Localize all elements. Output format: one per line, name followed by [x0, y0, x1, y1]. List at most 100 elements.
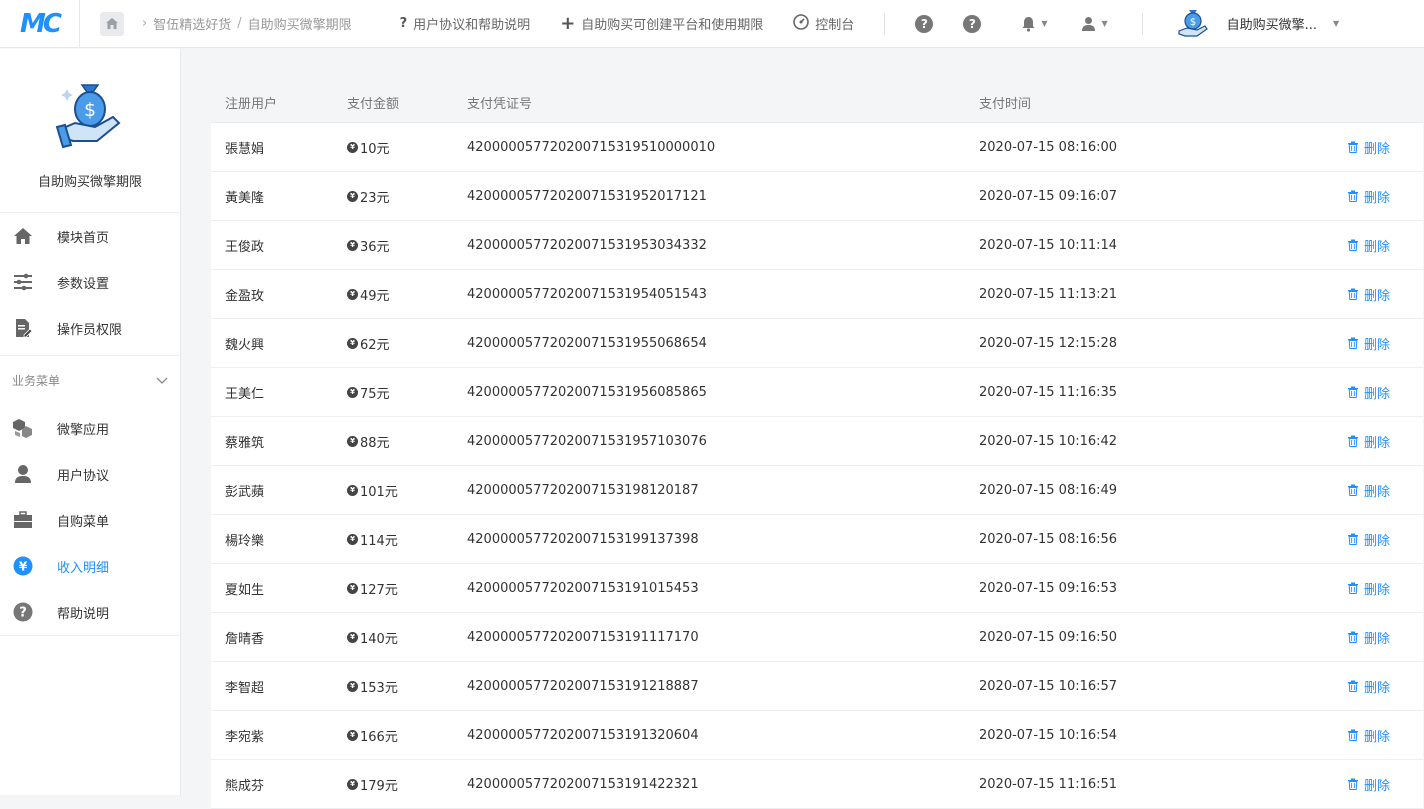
- trash-icon: [1348, 582, 1358, 594]
- coin-icon: ¥: [347, 288, 358, 300]
- cell-time: 2020-07-15 08:16:00: [979, 139, 1118, 155]
- delete-button[interactable]: 删除: [1347, 579, 1423, 598]
- sidebar-item-settings[interactable]: 参数设置: [0, 259, 180, 305]
- sidebar-item-income[interactable]: ¥ 收入明细: [0, 543, 180, 589]
- caret-down-icon: ▼: [1333, 19, 1340, 28]
- cell-voucher: 4200000577202007153191422321: [467, 776, 699, 792]
- coin-icon: ¥: [347, 141, 358, 153]
- sidebar: $ 自助购买微擎期限 模块首页 参数设置 操作员权限 业务菜单 微擎应用 用户协…: [0, 49, 181, 795]
- help-button[interactable]: ?: [915, 14, 934, 33]
- table-row: 彭武蘋 ¥101元 4200000577202007153198120187 2020…: [211, 466, 1423, 515]
- delete-button[interactable]: 删除: [1347, 677, 1423, 696]
- cell-user: 彭武蘋: [225, 484, 265, 500]
- cell-time: 2020-07-15 08:16:49: [979, 482, 1118, 498]
- main-content: 注册用户 支付金额 支付凭证号 支付时间 張慧娟 ¥10元 420000057720…: [181, 49, 1424, 809]
- coin-icon: ¥: [347, 435, 358, 447]
- delete-button[interactable]: 删除: [1347, 432, 1423, 451]
- cell-voucher: 42000005772020071531954051543: [467, 286, 707, 302]
- cell-voucher: 42000005772020071531952017121: [467, 188, 707, 204]
- sidebar-item-purchase-menu[interactable]: 自购菜单: [0, 497, 180, 543]
- chevron-down-icon: ▼: [1101, 19, 1108, 28]
- sidebar-item-apps[interactable]: 微擎应用: [0, 405, 180, 451]
- sidebar-item-help[interactable]: ? 帮助说明: [0, 589, 180, 635]
- delete-button[interactable]: 删除: [1347, 530, 1423, 549]
- briefcase-icon: [12, 509, 34, 531]
- delete-button[interactable]: 删除: [1347, 187, 1423, 206]
- sidebar-item-operators[interactable]: 操作员权限: [0, 305, 180, 351]
- chevron-down-icon: [156, 374, 168, 388]
- delete-button[interactable]: 删除: [1347, 334, 1423, 353]
- cell-time: 2020-07-15 11:16:51: [979, 776, 1118, 792]
- plus-icon: +: [560, 13, 576, 34]
- cell-time: 2020-07-15 09:16:07: [979, 188, 1118, 204]
- cell-amount: ¥153元: [347, 677, 467, 696]
- yen-icon: ¥: [12, 555, 34, 577]
- cell-user: 金盈玫: [225, 288, 265, 304]
- delete-button[interactable]: 删除: [1347, 726, 1423, 745]
- cell-voucher: 4200000577202007153191015453: [467, 580, 699, 596]
- income-table: 注册用户 支付金额 支付凭证号 支付时间 張慧娟 ¥10元 420000057720…: [211, 83, 1423, 809]
- agreement-help-link[interactable]: ? 用户协议和帮助说明: [400, 14, 531, 33]
- trash-icon: [1348, 729, 1358, 741]
- help-button-2[interactable]: ?: [963, 14, 982, 33]
- cell-time: 2020-07-15 09:16:50: [979, 629, 1118, 645]
- cell-time: 2020-07-15 12:15:28: [979, 335, 1118, 351]
- chevron-down-icon: ▼: [1041, 19, 1048, 28]
- column-amount: 支付金额: [347, 97, 400, 112]
- account-switcher[interactable]: $ 自助购买微擎... ▼: [1175, 6, 1340, 42]
- cell-user: 黃美隆: [225, 190, 265, 206]
- business-menu-header[interactable]: 业务菜单: [0, 355, 180, 405]
- question-icon: ?: [399, 16, 408, 31]
- home-icon: [12, 225, 34, 247]
- app-logo[interactable]: MC: [0, 0, 80, 48]
- trash-icon: [1348, 288, 1358, 300]
- home-icon[interactable]: [100, 11, 124, 36]
- cell-amount: ¥101元: [347, 481, 467, 500]
- coin-icon: ¥: [347, 484, 358, 496]
- delete-button[interactable]: 删除: [1347, 383, 1423, 402]
- trash-icon: [1348, 190, 1358, 202]
- cell-user: 魏火興: [225, 337, 265, 353]
- delete-button[interactable]: 删除: [1347, 236, 1423, 255]
- chevron-right-icon: ›: [142, 16, 148, 31]
- sidebar-item-home[interactable]: 模块首页: [0, 213, 180, 259]
- breadcrumb-item-shop[interactable]: 智伍精选好货: [153, 14, 231, 33]
- breadcrumb-item-module[interactable]: 自助购买微擎期限: [248, 14, 352, 33]
- trash-icon: [1348, 533, 1358, 545]
- bell-icon: [1022, 16, 1035, 32]
- coin-icon: ¥: [347, 582, 358, 594]
- cell-amount: ¥140元: [347, 628, 467, 647]
- cell-user: 熊成芬: [225, 778, 265, 794]
- dashboard-link[interactable]: 控制台: [793, 13, 854, 34]
- divider: [884, 12, 886, 35]
- sidebar-item-agreement[interactable]: 用户协议: [0, 451, 180, 497]
- delete-button[interactable]: 删除: [1347, 628, 1423, 647]
- notifications-button[interactable]: ▼: [1021, 16, 1047, 32]
- coin-icon: ¥: [347, 386, 358, 398]
- delete-button[interactable]: 删除: [1347, 285, 1423, 304]
- table-row: 詹晴香 ¥140元 4200000577202007153191117170 2020…: [211, 613, 1423, 662]
- cell-user: 王俊政: [225, 239, 265, 255]
- cell-user: 李智超: [225, 680, 265, 696]
- delete-button[interactable]: 删除: [1347, 775, 1423, 794]
- coin-icon: ¥: [347, 729, 358, 741]
- coin-icon: ¥: [347, 239, 358, 251]
- cell-amount: ¥114元: [347, 530, 467, 549]
- money-hand-icon: $: [1178, 9, 1208, 37]
- cell-voucher: 42000005772020071531953034332: [467, 237, 707, 253]
- cell-voucher: 4200000577202007153191218887: [467, 678, 699, 694]
- trash-icon: [1348, 337, 1358, 349]
- cell-amount: ¥23元: [347, 187, 467, 206]
- trash-icon: [1348, 680, 1358, 692]
- svg-text:¥: ¥: [19, 560, 28, 574]
- trash-icon: [1348, 484, 1358, 496]
- money-hand-icon: $: [55, 84, 121, 149]
- cell-amount: ¥49元: [347, 285, 467, 304]
- purchase-platform-link[interactable]: + 自助购买可创建平台和使用期限: [560, 13, 763, 34]
- coin-icon: ¥: [347, 631, 358, 643]
- delete-button[interactable]: 删除: [1347, 481, 1423, 500]
- delete-button[interactable]: 删除: [1347, 138, 1423, 157]
- user-menu-button[interactable]: ▼: [1081, 16, 1108, 32]
- cell-user: 詹晴香: [225, 631, 265, 647]
- dashboard-icon: [793, 13, 810, 34]
